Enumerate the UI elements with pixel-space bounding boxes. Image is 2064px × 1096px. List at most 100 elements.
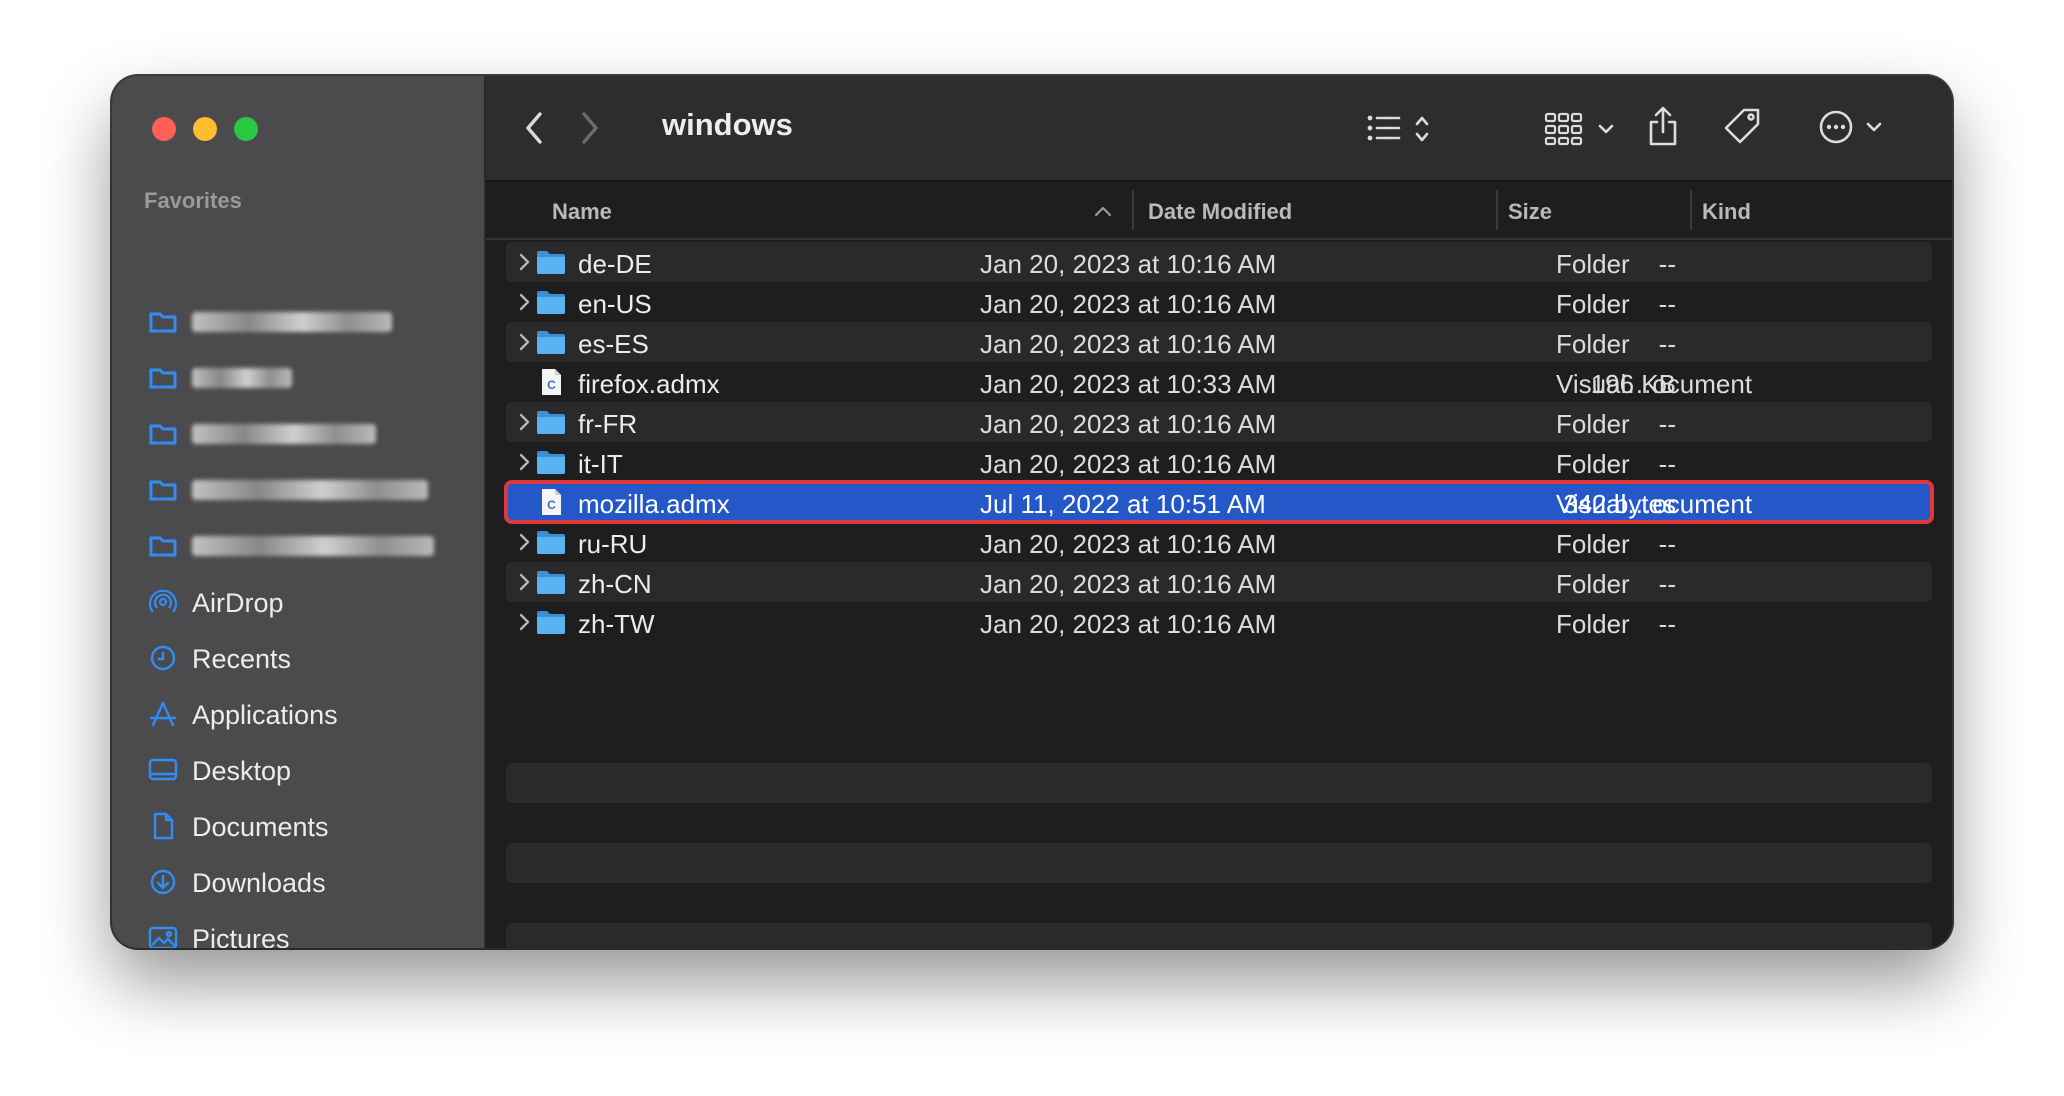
document-icon xyxy=(148,812,178,840)
redacted-label xyxy=(192,312,392,332)
chevron-left-icon xyxy=(526,112,542,144)
disclosure-triangle[interactable] xyxy=(514,452,534,472)
column-divider[interactable] xyxy=(1496,190,1498,230)
sidebar-item-applications[interactable]: Applications xyxy=(112,689,484,739)
sidebar-heading-favorites: Favorites xyxy=(144,188,242,213)
sidebar-item-redacted[interactable] xyxy=(112,464,484,514)
file-name: ru-RU xyxy=(578,529,648,559)
folder-icon xyxy=(536,408,566,436)
file-name: firefox.admx xyxy=(578,369,720,399)
column-header-name[interactable]: Name xyxy=(552,199,612,225)
date-modified: Jan 20, 2023 at 10:16 AM xyxy=(980,289,1277,319)
disclosure-triangle[interactable] xyxy=(514,612,534,632)
file-kind: Folder xyxy=(1556,449,1630,479)
sidebar-item-recents[interactable]: Recents xyxy=(112,633,484,683)
column-header-kind[interactable]: Kind xyxy=(1702,199,1751,225)
toolbar: windows xyxy=(486,76,1952,182)
finder-window: Favorites AirDrop Recents Applications D… xyxy=(112,76,1952,948)
sidebar-item-label: Documents xyxy=(192,812,329,842)
folder-row[interactable]: de-DE Jan 20, 2023 at 10:16 AM -- Folder xyxy=(506,242,1932,282)
folder-row[interactable]: en-US Jan 20, 2023 at 10:16 AM -- Folder xyxy=(506,282,1932,322)
folder-row[interactable]: it-IT Jan 20, 2023 at 10:16 AM -- Folder xyxy=(506,442,1932,482)
sidebar-item-label: Downloads xyxy=(192,868,326,898)
more-actions-button[interactable] xyxy=(1818,108,1888,146)
folder-row[interactable]: fr-FR Jan 20, 2023 at 10:16 AM -- Folder xyxy=(506,402,1932,442)
file-row[interactable]: Cmozilla.admx Jul 11, 2022 at 10:51 AM 342… xyxy=(504,480,1934,524)
code-file-icon: C xyxy=(536,368,566,396)
date-modified: Jul 11, 2022 at 10:51 AM xyxy=(980,489,1266,519)
sidebar-item-redacted[interactable] xyxy=(112,352,484,402)
zoom-window-button[interactable] xyxy=(234,117,258,141)
sidebar-item-redacted[interactable] xyxy=(112,296,484,346)
list-view-icon xyxy=(1367,115,1429,142)
disclosure-chevron-icon xyxy=(519,253,530,271)
date-modified: Jan 20, 2023 at 10:16 AM xyxy=(980,249,1277,279)
file-name: es-ES xyxy=(578,329,649,359)
minimize-window-button[interactable] xyxy=(193,117,217,141)
file-size: -- xyxy=(1658,449,1676,479)
sidebar-item-airdrop[interactable]: AirDrop xyxy=(112,577,484,627)
sidebar-item-redacted[interactable] xyxy=(112,408,484,458)
back-button[interactable] xyxy=(524,110,546,146)
tag-button[interactable] xyxy=(1722,106,1762,146)
file-name: de-DE xyxy=(578,249,652,279)
folder-outline-icon xyxy=(148,307,178,335)
file-size: -- xyxy=(1658,529,1676,559)
code-file-icon: C xyxy=(542,489,561,515)
folder-row[interactable]: ru-RU Jan 20, 2023 at 10:16 AM -- Folder xyxy=(506,522,1932,562)
folder-icon xyxy=(536,448,566,476)
forward-button[interactable] xyxy=(578,110,600,146)
code-file-icon: C xyxy=(536,488,566,516)
photo-icon xyxy=(148,924,178,948)
sidebar-item-label: AirDrop xyxy=(192,588,284,618)
date-modified: Jan 20, 2023 at 10:16 AM xyxy=(980,449,1277,479)
file-kind: Visual…ocument xyxy=(1556,489,1753,519)
folder-icon xyxy=(536,608,566,636)
file-name: mozilla.admx xyxy=(578,489,730,519)
file-kind: Folder xyxy=(1556,409,1630,439)
file-name: zh-TW xyxy=(578,609,655,639)
folder-outline-icon xyxy=(148,419,178,447)
folder-icon xyxy=(537,291,565,314)
date-modified: Jan 20, 2023 at 10:16 AM xyxy=(980,609,1277,639)
disclosure-triangle[interactable] xyxy=(514,252,534,272)
disclosure-chevron-icon xyxy=(519,293,530,311)
file-kind: Visual…ocument xyxy=(1556,369,1753,399)
disclosure-triangle[interactable] xyxy=(514,532,534,552)
share-button[interactable] xyxy=(1646,104,1680,148)
column-header-date[interactable]: Date Modified xyxy=(1148,199,1292,225)
folder-icon xyxy=(537,571,565,594)
close-window-button[interactable] xyxy=(152,117,176,141)
sidebar-item-downloads[interactable]: Downloads xyxy=(112,857,484,907)
disclosure-triangle[interactable] xyxy=(514,572,534,592)
folder-row[interactable]: zh-CN Jan 20, 2023 at 10:16 AM -- Folder xyxy=(506,562,1932,602)
disclosure-triangle[interactable] xyxy=(514,332,534,352)
file-name: fr-FR xyxy=(578,409,638,439)
file-size: -- xyxy=(1658,409,1676,439)
grid-group-icon xyxy=(1544,112,1614,146)
view-options-button[interactable] xyxy=(1366,112,1438,146)
date-modified: Jan 20, 2023 at 10:16 AM xyxy=(980,409,1277,439)
redacted-label xyxy=(192,480,428,500)
group-button[interactable] xyxy=(1544,110,1618,148)
sidebar-item-documents[interactable]: Documents xyxy=(112,801,484,851)
sidebar-item-desktop[interactable]: Desktop xyxy=(112,745,484,795)
column-divider[interactable] xyxy=(1690,190,1692,230)
sidebar-item-pictures[interactable]: Pictures xyxy=(112,913,484,948)
disclosure-triangle[interactable] xyxy=(514,412,534,432)
disclosure-triangle[interactable] xyxy=(514,292,534,312)
folder-row[interactable]: es-ES Jan 20, 2023 at 10:16 AM -- Folder xyxy=(506,322,1932,362)
sidebar-item-label: Applications xyxy=(192,700,338,730)
file-kind: Folder xyxy=(1556,569,1630,599)
folder-icon xyxy=(537,411,565,434)
sidebar-item-redacted[interactable] xyxy=(112,520,484,570)
column-divider[interactable] xyxy=(1132,190,1134,230)
folder-icon xyxy=(537,531,565,554)
file-row[interactable]: Cfirefox.admx Jan 20, 2023 at 10:33 AM 196… xyxy=(506,362,1932,402)
svg-text:C: C xyxy=(547,378,556,392)
file-size: -- xyxy=(1658,609,1676,639)
folder-row[interactable]: zh-TW Jan 20, 2023 at 10:16 AM -- Folder xyxy=(506,602,1932,642)
date-modified: Jan 20, 2023 at 10:16 AM xyxy=(980,329,1277,359)
file-size: -- xyxy=(1658,569,1676,599)
column-header-size[interactable]: Size xyxy=(1508,199,1552,225)
